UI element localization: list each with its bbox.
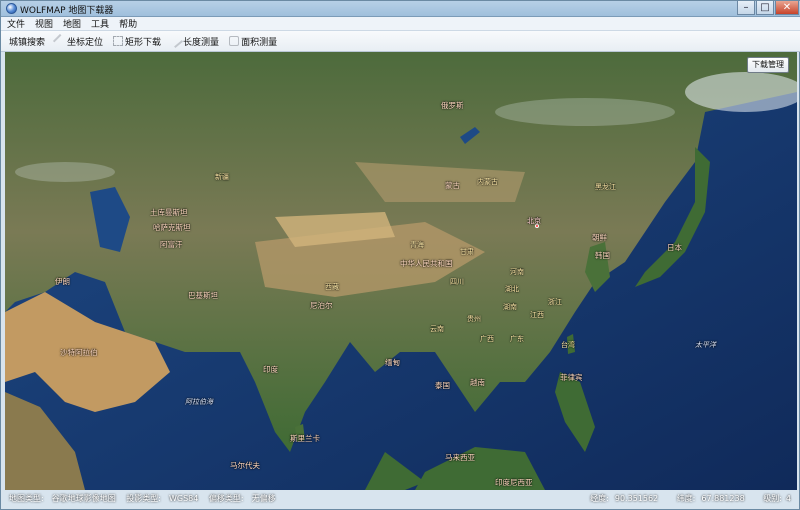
map-label: 印度 xyxy=(263,365,278,374)
town-search-button[interactable]: 城镇搜索 xyxy=(9,35,45,48)
area-icon xyxy=(229,36,240,46)
app-window: WOLFMAP 地图下载器 – □ ✕ 文件 视图 地图 工具 帮助 城镇搜索 … xyxy=(0,0,800,510)
coordinate-locate-label: 坐标定位 xyxy=(67,37,104,48)
map-label: 日本 xyxy=(667,243,682,252)
download-manager-button[interactable]: 下载管理 xyxy=(747,57,789,73)
map-label: 广西 xyxy=(480,335,494,343)
length-measure-label: 长度测量 xyxy=(183,37,220,48)
rectangle-download-button[interactable]: 矩形下载 xyxy=(113,35,161,48)
rectangle-download-label: 矩形下载 xyxy=(125,37,162,48)
menu-help[interactable]: 帮助 xyxy=(119,17,137,30)
toolbar: 城镇搜索 坐标定位 矩形下载 长度测量 面积测量 xyxy=(1,31,800,52)
status-bar: 地图类型: 谷歌地球影像地图 投影类型: WGS84 偏移类型: 无偏移 经度: 90.… xyxy=(5,492,797,505)
map-label: 土库曼斯坦 xyxy=(150,208,188,217)
map-label: 台湾 xyxy=(561,341,575,349)
map-label: 浙江 xyxy=(548,298,562,306)
area-measure-button[interactable]: 面积测量 xyxy=(229,35,277,48)
length-measure-button[interactable]: 长度测量 xyxy=(169,33,220,49)
title-bar[interactable]: WOLFMAP 地图下载器 – □ ✕ xyxy=(1,1,800,17)
longitude-label: 经度: xyxy=(590,494,609,503)
map-label: 泰国 xyxy=(435,381,450,390)
map-label: 缅甸 xyxy=(385,358,400,367)
ruler-icon xyxy=(169,33,184,49)
map-label: 广东 xyxy=(510,335,524,343)
town-search-label: 城镇搜索 xyxy=(9,37,46,48)
window-controls: – □ ✕ xyxy=(736,1,799,15)
map-canvas[interactable]: 俄罗斯 哈萨克斯坦 蒙古 中华人民共和国 印度 伊朗 沙特阿拉伯 巴基斯坦 阿富… xyxy=(5,52,797,490)
map-label: 马尔代夫 xyxy=(230,461,260,470)
minimize-button[interactable]: – xyxy=(737,1,755,15)
latitude-label: 纬度: xyxy=(676,494,696,503)
map-label: 黑龙江 xyxy=(595,183,616,191)
maximize-button[interactable]: □ xyxy=(756,1,774,15)
menu-file[interactable]: 文件 xyxy=(7,17,25,30)
menu-bar: 文件 视图 地图 工具 帮助 xyxy=(1,17,800,31)
map-label: 湖北 xyxy=(505,285,519,293)
map-label: 斯里兰卡 xyxy=(290,434,320,443)
map-label: 韩国 xyxy=(595,251,610,260)
map-label: 巴基斯坦 xyxy=(188,291,218,300)
map-label: 印度尼西亚 xyxy=(495,478,533,487)
close-button[interactable]: ✕ xyxy=(775,1,799,15)
map-label: 贵州 xyxy=(467,315,481,323)
status-left: 地图类型: 谷歌地球影像地图 投影类型: WGS84 偏移类型: 无偏移 xyxy=(9,493,284,504)
map-label: 越南 xyxy=(470,378,485,387)
map-label: 北京 xyxy=(527,217,541,225)
map-label: 内蒙古 xyxy=(477,178,498,186)
map-label: 蒙古 xyxy=(445,181,460,190)
longitude-value: 90.351562 xyxy=(614,494,659,503)
map-label: 阿拉伯海 xyxy=(185,398,213,406)
map-label: 甘肃 xyxy=(460,248,474,256)
map-label: 沙特阿拉伯 xyxy=(60,348,98,357)
menu-map[interactable]: 地图 xyxy=(63,17,81,30)
map-label: 西藏 xyxy=(325,283,339,291)
app-logo-icon xyxy=(6,3,17,14)
projection-label: 投影类型: xyxy=(126,494,161,503)
map-label: 四川 xyxy=(450,278,464,286)
map-label: 马来西亚 xyxy=(445,453,475,462)
map-label: 新疆 xyxy=(215,173,229,181)
offset-value: 无偏移 xyxy=(251,494,276,503)
map-type-label: 地图类型: xyxy=(9,494,44,503)
rectangle-icon xyxy=(113,36,124,46)
map-label: 青海 xyxy=(410,241,424,249)
pin-icon xyxy=(52,33,68,49)
map-label: 云南 xyxy=(430,325,444,333)
map-label: 哈萨克斯坦 xyxy=(153,223,191,232)
window-title: WOLFMAP 地图下载器 xyxy=(20,6,114,16)
map-label: 太平洋 xyxy=(695,341,716,349)
offset-label: 偏移类型: xyxy=(208,494,244,503)
map-label: 尼泊尔 xyxy=(310,301,333,310)
satellite-imagery xyxy=(5,52,797,490)
map-label: 菲律宾 xyxy=(560,373,583,382)
area-measure-label: 面积测量 xyxy=(241,37,278,48)
menu-view[interactable]: 视图 xyxy=(35,17,53,30)
map-label: 中华人民共和国 xyxy=(400,259,453,268)
map-label: 朝鲜 xyxy=(592,233,607,242)
coordinate-locate-button[interactable]: 坐标定位 xyxy=(52,33,104,49)
map-label: 江西 xyxy=(530,311,544,319)
menu-tools[interactable]: 工具 xyxy=(91,17,109,30)
map-label: 河南 xyxy=(510,268,524,276)
zoom-level-label: 级别: xyxy=(763,494,782,503)
map-type-value: 谷歌地球影像地图 xyxy=(51,494,116,503)
zoom-level-value: 4 xyxy=(785,494,791,503)
projection-value: WGS84 xyxy=(168,494,199,503)
map-label: 俄罗斯 xyxy=(441,101,464,110)
map-label: 伊朗 xyxy=(55,277,70,286)
map-label: 湖南 xyxy=(503,303,517,311)
latitude-value: 67.881238 xyxy=(701,494,745,503)
map-label: 阿富汗 xyxy=(160,240,183,249)
status-right: 经度: 90.351562 纬度: 67.881238 级别: 4 xyxy=(586,493,791,504)
